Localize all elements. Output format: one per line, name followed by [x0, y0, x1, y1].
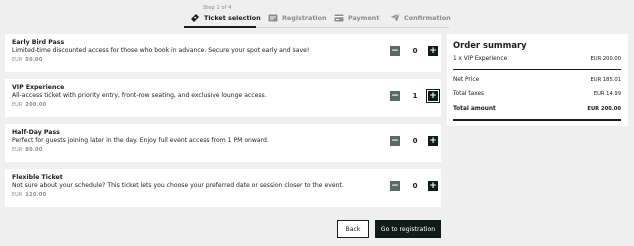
ticket-description: Not sure about your schedule? This ticke… [12, 182, 344, 189]
ticket-card-half-day: Half-Day Pass Perfect for guests joining… [5, 124, 441, 162]
quantity-value: 1 [412, 92, 418, 100]
price-currency: EUR [12, 147, 23, 153]
quantity-stepper: − 0 + [390, 136, 440, 147]
step-registration[interactable]: Registration [268, 13, 327, 22]
summary-total-underline [453, 119, 621, 121]
ticket-name: Early Bird Pass [12, 39, 65, 46]
ticket-price: EUR 50.00 [12, 57, 43, 63]
decrease-quantity-button[interactable]: − [390, 181, 400, 191]
increase-quantity-button[interactable]: + [426, 89, 440, 103]
quantity-stepper: − 0 + [390, 46, 440, 57]
step-ticket-selection[interactable]: Ticket selection [190, 13, 261, 22]
line-item-value: EUR 200.00 [590, 56, 621, 62]
total-amount-value: EUR 200.00 [587, 106, 621, 112]
net-price-label: Net Price [453, 77, 480, 83]
order-summary-title: Order summary [453, 40, 527, 50]
increase-quantity-button[interactable]: + [428, 136, 438, 146]
step-payment[interactable]: Payment [334, 13, 379, 22]
decrease-quantity-button[interactable]: − [390, 91, 400, 101]
summary-line-item: 1 x VIP Experience EUR 200.00 [453, 56, 621, 64]
step-label: Registration [282, 13, 327, 22]
quantity-stepper: − 1 + [390, 89, 440, 103]
ticket-name: VIP Experience [12, 84, 65, 91]
increase-quantity-button[interactable]: + [428, 46, 438, 56]
quantity-value: 0 [412, 137, 418, 145]
decrease-quantity-button[interactable]: − [390, 46, 400, 56]
ticket-price: EUR 200.00 [12, 102, 46, 108]
go-to-registration-button[interactable]: Go to registration [375, 220, 441, 238]
price-amount: 50.00 [25, 57, 43, 63]
ticket-description: All-access ticket with priority entry, f… [12, 92, 267, 99]
ticket-name: Flexible Ticket [12, 174, 63, 181]
price-currency: EUR [12, 102, 23, 108]
checkout-stepper: Step 1 of 4 Ticket selection Registratio… [0, 0, 634, 30]
net-price-value: EUR 185.01 [590, 77, 621, 83]
registration-card-icon [268, 13, 278, 22]
step-label: Ticket selection [204, 13, 261, 22]
price-currency: EUR [12, 192, 23, 198]
increase-quantity-button[interactable]: + [428, 181, 438, 191]
quantity-stepper: − 0 + [390, 181, 440, 192]
quantity-value: 0 [412, 182, 418, 190]
price-currency: EUR [12, 57, 23, 63]
quantity-value: 0 [412, 47, 418, 55]
step-confirmation[interactable]: Confirmation [390, 13, 451, 22]
ticket-description: Limited-time discounted access for those… [12, 47, 310, 54]
send-icon [390, 13, 400, 22]
summary-net-price: Net Price EUR 185.01 [453, 77, 621, 85]
total-amount-label: Total amount [453, 106, 496, 112]
ticket-card-flexible: Flexible Ticket Not sure about your sche… [5, 169, 441, 207]
ticket-name: Half-Day Pass [12, 129, 60, 136]
ticket-description: Perfect for guests joining later in the … [12, 137, 269, 144]
ticket-price: EUR 120.00 [12, 192, 46, 198]
step-label: Confirmation [404, 13, 451, 22]
price-amount: 200.00 [25, 102, 47, 108]
total-taxes-label: Total taxes [453, 91, 485, 97]
ticket-price: EUR 80.00 [12, 147, 43, 153]
ticket-card-early-bird: Early Bird Pass Limited-time discounted … [5, 34, 441, 72]
line-item-label: 1 x VIP Experience [453, 56, 508, 62]
price-amount: 80.00 [25, 147, 43, 153]
decrease-quantity-button[interactable]: − [390, 136, 400, 146]
payment-card-icon [334, 13, 344, 22]
summary-total-amount: Total amount EUR 200.00 [453, 106, 621, 114]
ticket-card-vip: VIP Experience All-access ticket with pr… [5, 79, 441, 117]
back-button[interactable]: Back [337, 220, 369, 238]
step-label: Payment [348, 13, 380, 22]
step-counter: Step 1 of 4 [203, 5, 232, 11]
active-step-indicator [184, 26, 256, 28]
order-summary-panel: Order summary 1 x VIP Experience EUR 200… [447, 34, 628, 126]
summary-divider [453, 69, 621, 70]
summary-total-taxes: Total taxes EUR 14.99 [453, 91, 621, 99]
total-taxes-value: EUR 14.99 [593, 91, 621, 97]
price-amount: 120.00 [25, 192, 47, 198]
ticket-icon [190, 13, 200, 22]
